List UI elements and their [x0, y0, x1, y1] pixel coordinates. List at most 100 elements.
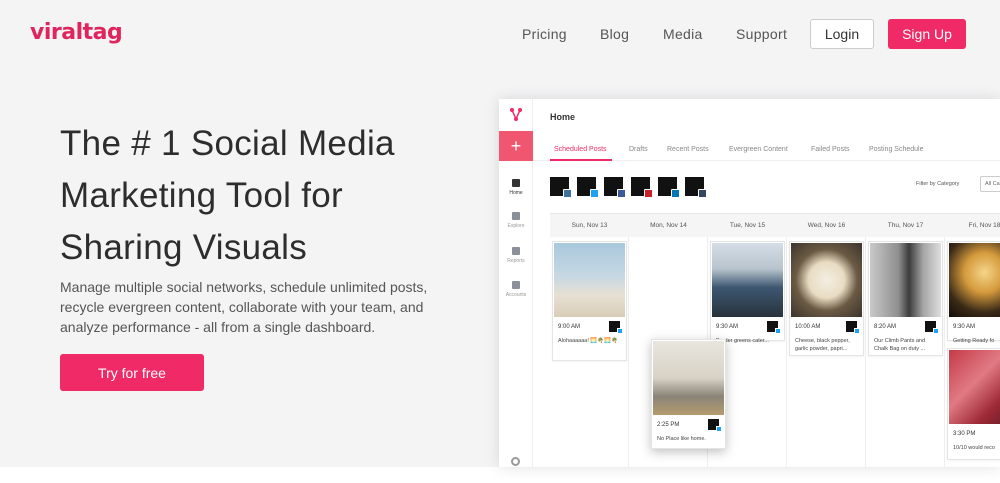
- home-icon: [512, 179, 520, 187]
- sidebar-item-home[interactable]: Home: [499, 179, 533, 196]
- tab-scheduled-posts[interactable]: Scheduled Posts: [554, 146, 607, 153]
- create-post-button[interactable]: +: [499, 131, 533, 161]
- account-avatar[interactable]: [550, 177, 572, 198]
- twitter-icon: [590, 189, 599, 198]
- post-image: [949, 350, 1000, 424]
- hero-title: The # 1 Social Media Marketing Tool for …: [60, 118, 460, 274]
- twitter-icon: [933, 328, 939, 334]
- post-image: [712, 243, 783, 317]
- scheduled-post-card[interactable]: 8:20 AM Our Climb Pants and Chalk Bag on…: [868, 241, 943, 356]
- signup-button[interactable]: Sign Up: [888, 19, 966, 49]
- post-image: [554, 243, 625, 317]
- calendar: Sun, Nov 13 Mon, Nov 14 Tue, Nov 15 Wed,…: [550, 213, 1000, 467]
- post-caption: 10/10 would reco: [953, 445, 995, 451]
- post-caption: Alohaaaaaa! 🌅🌴🌅🌴: [558, 338, 618, 344]
- top-nav: viraltag Pricing Blog Media Support Logi…: [0, 0, 1000, 70]
- try-for-free-button[interactable]: Try for free: [60, 354, 204, 391]
- tab-evergreen-content[interactable]: Evergreen Content: [729, 146, 788, 153]
- nav-link-support[interactable]: Support: [736, 26, 787, 42]
- account-avatar: [846, 321, 860, 334]
- hero-title-line: Sharing Visuals: [60, 228, 308, 267]
- reports-icon: [512, 247, 520, 255]
- sidebar-item-reports[interactable]: Reports: [499, 247, 533, 264]
- section-divider: [0, 467, 1000, 483]
- account-avatar: [708, 419, 722, 432]
- post-image: [870, 243, 941, 317]
- day-header: Tue, Nov 15: [729, 222, 766, 229]
- logo-text: viraltag: [30, 20, 123, 45]
- viraltag-mark-icon: [510, 108, 522, 121]
- sidebar-item-accounts[interactable]: Accounts: [499, 281, 533, 298]
- hero-title-line: Marketing Tool for: [60, 176, 343, 215]
- day-header: Sun, Nov 13: [571, 222, 608, 229]
- account-avatar[interactable]: [658, 177, 680, 198]
- post-caption: Getting Ready fo: [953, 338, 995, 344]
- sidebar-item-label: Home: [509, 190, 523, 196]
- account-avatar: [925, 321, 939, 334]
- app-page-title: Home: [550, 112, 576, 122]
- post-time: 9:30 AM: [953, 324, 976, 330]
- tab-drafts[interactable]: Drafts: [629, 146, 648, 153]
- twitter-icon: [775, 328, 781, 334]
- account-avatar[interactable]: [604, 177, 626, 198]
- viraltag-logo[interactable]: viraltag: [30, 20, 123, 45]
- post-caption: Our Climb Pants and Chalk Bag on duty ..…: [874, 338, 926, 352]
- account-avatar: [609, 321, 623, 334]
- tumblr-icon: [698, 189, 707, 198]
- post-time: 8:20 AM: [874, 324, 897, 330]
- instagram-icon: [563, 189, 572, 198]
- post-image: [949, 243, 1000, 317]
- scheduled-post-card[interactable]: 9:00 AM Alohaaaaaa! 🌅🌴🌅🌴: [552, 241, 627, 361]
- tab-posting-schedule[interactable]: Posting Schedule: [869, 146, 923, 153]
- nav-link-media[interactable]: Media: [663, 26, 703, 42]
- twitter-icon: [854, 328, 860, 334]
- sidebar-item-label: Reports: [507, 258, 525, 264]
- account-avatar[interactable]: [685, 177, 707, 198]
- sidebar-item-explore[interactable]: Explore: [499, 212, 533, 229]
- hero-title-line: The # 1 Social Media: [60, 124, 395, 163]
- app-sidebar: + Home Explore Reports Accounts: [499, 99, 533, 467]
- post-caption: Cheese, black pepper, garlic powder, pap…: [795, 338, 850, 352]
- post-time: 9:00 AM: [558, 324, 581, 330]
- twitter-icon: [716, 426, 722, 432]
- linkedin-icon: [671, 189, 680, 198]
- scheduled-post-card[interactable]: 3:30 PM 10/10 would reco: [947, 348, 1000, 460]
- day-header: Thu, Nov 17: [887, 222, 924, 229]
- accounts-icon: [512, 281, 520, 289]
- tab-failed-posts[interactable]: Failed Posts: [811, 146, 850, 153]
- post-time: 10:00 AM: [795, 324, 821, 330]
- nav-link-pricing[interactable]: Pricing: [522, 26, 567, 42]
- scheduled-post-card[interactable]: 10:00 AM Cheese, black pepper, garlic po…: [789, 241, 864, 356]
- post-image: [653, 341, 724, 415]
- day-header: Fri, Nov 18: [968, 222, 1000, 229]
- app-screenshot: + Home Explore Reports Accounts Home Sch…: [499, 99, 1000, 467]
- dragged-post-card[interactable]: 2:25 PM No Place like home.: [651, 339, 726, 449]
- hero-description: Manage multiple social networks, schedul…: [60, 279, 428, 335]
- nav-link-blog[interactable]: Blog: [600, 26, 629, 42]
- twitter-icon: [617, 328, 623, 334]
- scheduled-post-card[interactable]: 9:30 AM Getting Ready fo: [947, 241, 1000, 344]
- active-tab-indicator: [550, 159, 612, 161]
- post-caption: No Place like home.: [657, 436, 706, 442]
- account-avatar: [767, 321, 781, 334]
- post-time: 3:30 PM: [953, 431, 976, 437]
- scheduled-post-card[interactable]: 9:30 AM Border greens cater...: [710, 241, 785, 344]
- filter-label: Filter by Category: [916, 181, 960, 187]
- day-header: Mon, Nov 14: [650, 222, 687, 229]
- account-avatar[interactable]: [631, 177, 653, 198]
- settings-gear-icon[interactable]: [511, 457, 520, 466]
- account-avatar[interactable]: [577, 177, 599, 198]
- day-header: Wed, Nov 16: [807, 222, 846, 229]
- facebook-icon: [617, 189, 626, 198]
- sidebar-item-label: Accounts: [505, 292, 527, 298]
- post-time: 2:25 PM: [657, 422, 680, 428]
- category-filter-select[interactable]: All Ca: [980, 176, 1000, 192]
- app-main: Home Scheduled Posts Drafts Recent Posts…: [533, 99, 1000, 467]
- login-button[interactable]: Login: [810, 19, 874, 49]
- tab-recent-posts[interactable]: Recent Posts: [667, 146, 709, 153]
- app-tabs: Scheduled Posts Drafts Recent Posts Ever…: [533, 134, 1000, 161]
- pinterest-icon: [644, 189, 653, 198]
- explore-icon: [512, 212, 520, 220]
- post-image: [791, 243, 862, 317]
- sidebar-item-label: Explore: [507, 223, 525, 229]
